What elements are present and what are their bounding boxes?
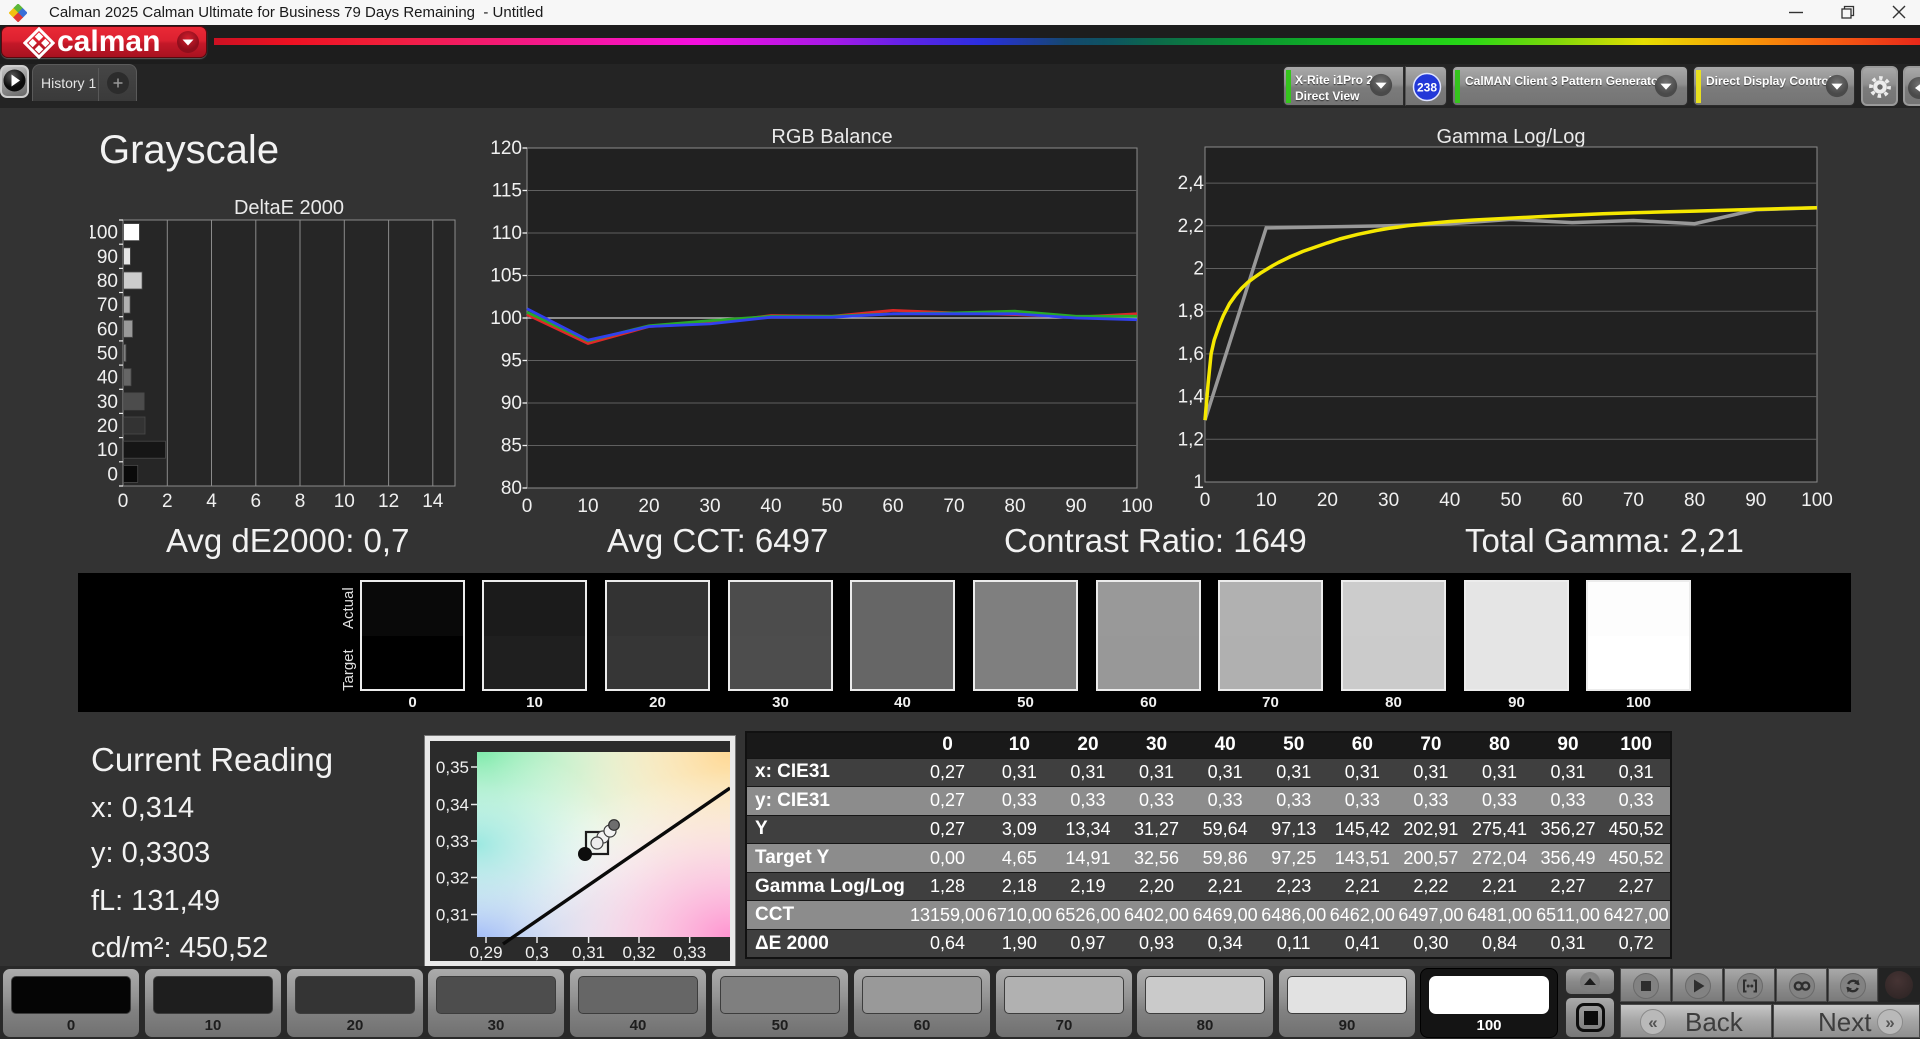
svg-text:40: 40 [1439,490,1460,511]
svg-text:30: 30 [1378,490,1399,511]
svg-text:10: 10 [334,491,355,512]
svg-text:238: 238 [1417,81,1437,95]
svg-text:70: 70 [943,496,964,517]
svg-text:0,35: 0,35 [436,758,469,777]
svg-text:80: 80 [1004,496,1025,517]
svg-text:70: 70 [1623,490,1644,511]
svg-text:90: 90 [1745,490,1766,511]
svg-text:8: 8 [295,491,306,512]
svg-text:6: 6 [251,491,262,512]
svg-text:0: 0 [118,491,129,512]
svg-text:0,33: 0,33 [436,832,469,851]
svg-text:90: 90 [501,393,522,414]
svg-text:0: 0 [1200,490,1211,511]
svg-text:0: 0 [107,464,118,485]
svg-text:80: 80 [97,271,118,292]
svg-text:2: 2 [162,491,173,512]
svg-text:20: 20 [1317,490,1338,511]
svg-text:1,8: 1,8 [1178,301,1204,322]
svg-text:115: 115 [492,181,522,202]
svg-text:14: 14 [422,491,444,512]
svg-text:2,2: 2,2 [1178,216,1204,237]
svg-text:100: 100 [490,308,522,329]
svg-text:50: 50 [821,496,842,517]
svg-text:0,34: 0,34 [436,796,469,815]
svg-text:1,2: 1,2 [1178,429,1204,450]
svg-text:110: 110 [492,223,522,244]
svg-text:0,32: 0,32 [436,869,469,888]
svg-text:0,3: 0,3 [525,943,549,961]
svg-text:100: 100 [90,223,118,244]
svg-text:20: 20 [638,496,659,517]
svg-text:50: 50 [1500,490,1521,511]
svg-text:0,31: 0,31 [572,943,605,961]
svg-text:50: 50 [97,344,118,365]
svg-text:20: 20 [97,416,118,437]
svg-text:10: 10 [577,496,598,517]
svg-text:2,4: 2,4 [1178,173,1205,194]
svg-text:2: 2 [1193,259,1204,280]
svg-text:90: 90 [97,247,118,268]
svg-text:80: 80 [501,478,522,499]
svg-text:»: » [1885,1013,1894,1032]
svg-text:Gamma Log/Log: Gamma Log/Log [1437,126,1586,148]
svg-text:80: 80 [1684,490,1705,511]
svg-text:100: 100 [1801,490,1833,511]
svg-text:30: 30 [699,496,720,517]
svg-text:40: 40 [760,496,781,517]
svg-text:60: 60 [97,319,118,340]
svg-text:105: 105 [490,266,522,287]
svg-text:RGB Balance: RGB Balance [771,126,892,148]
svg-text:10: 10 [97,440,118,461]
svg-text:60: 60 [882,496,903,517]
svg-text:1,6: 1,6 [1178,344,1204,365]
svg-text:1,4: 1,4 [1178,387,1205,408]
svg-text:«: « [1648,1013,1657,1032]
svg-text:60: 60 [1562,490,1583,511]
svg-text:DeltaE 2000: DeltaE 2000 [234,197,344,219]
svg-text:0,29: 0,29 [469,943,502,961]
svg-text:12: 12 [378,491,399,512]
svg-text:95: 95 [501,351,522,372]
svg-text:120: 120 [490,138,522,159]
svg-text:0,32: 0,32 [622,943,655,961]
svg-text:4: 4 [206,491,217,512]
svg-text:0: 0 [522,496,533,517]
svg-text:90: 90 [1065,496,1086,517]
svg-text:100: 100 [1121,496,1153,517]
svg-text:70: 70 [97,295,118,316]
svg-text:10: 10 [1256,490,1277,511]
svg-text:30: 30 [97,392,118,413]
svg-text:85: 85 [501,436,522,457]
svg-text:0,31: 0,31 [436,906,469,925]
svg-text:0,33: 0,33 [673,943,706,961]
svg-text:40: 40 [97,368,118,389]
